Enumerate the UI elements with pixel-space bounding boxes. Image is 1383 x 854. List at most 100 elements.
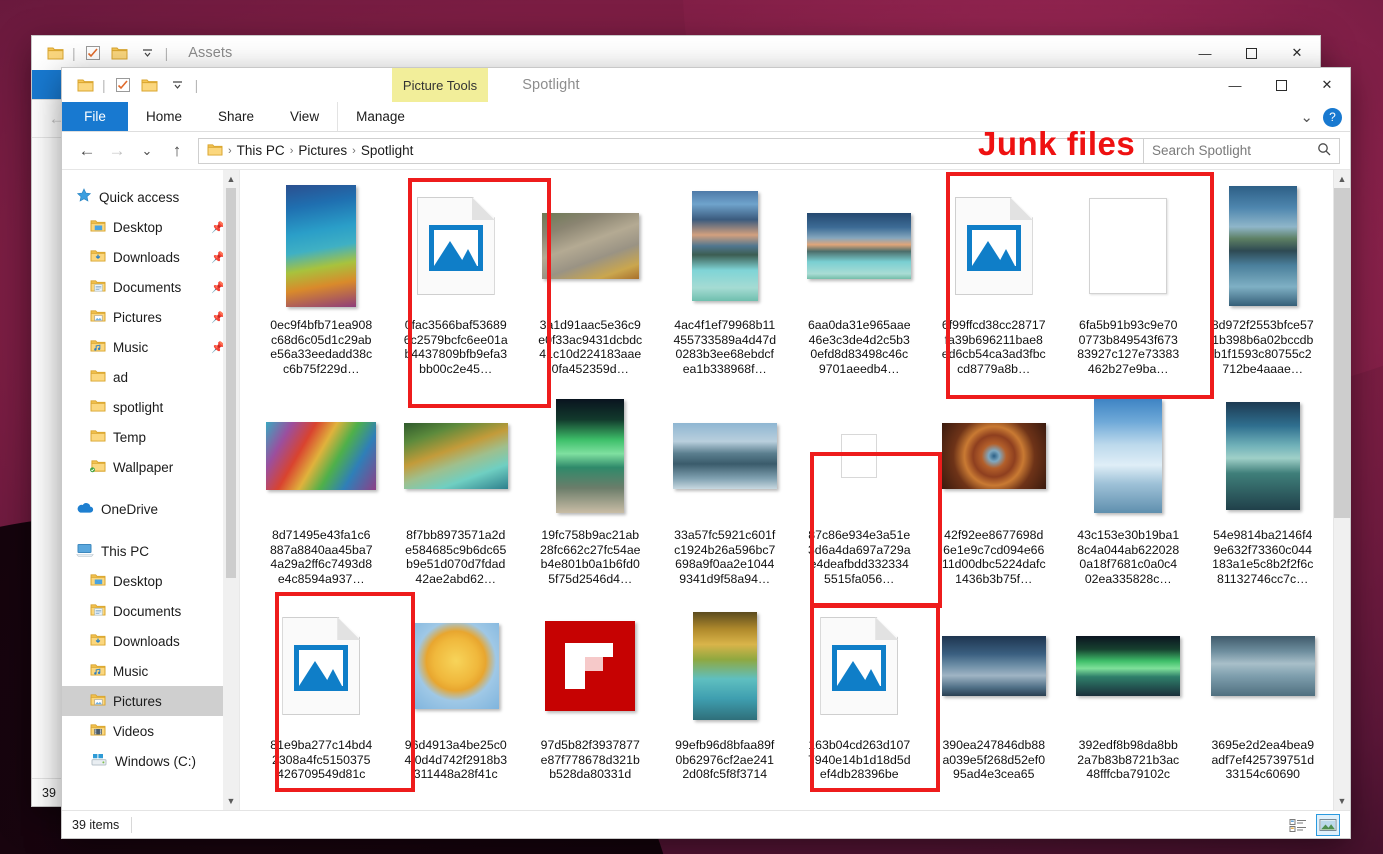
scroll-down-icon[interactable]: ▼ <box>1334 792 1350 810</box>
content-scrollbar[interactable]: ▲ ▼ <box>1333 170 1350 810</box>
tab-view[interactable]: View <box>272 102 337 131</box>
sidebar-item-thispc-windows-c[interactable]: Windows (C:) <box>62 746 239 776</box>
file-item[interactable]: 163b04cd263d1077940e14b1d18d5def4db28396… <box>792 596 927 806</box>
sidebar-item-documents[interactable]: Documents 📌 <box>62 272 239 302</box>
new-folder-icon[interactable] <box>109 42 131 64</box>
back-minimize-button[interactable]: — <box>1182 36 1228 70</box>
nav-pane-scrollbar[interactable]: ▲ ▼ <box>223 170 239 810</box>
sidebar-item-temp[interactable]: Temp <box>62 422 239 452</box>
sidebar-item-spotlight[interactable]: spotlight <box>62 392 239 422</box>
file-item[interactable]: 3a1d91aac5e36c9e0f33ac9431dcbdc41c10d224… <box>523 176 658 386</box>
file-item[interactable]: 6fa5b91b93c9e700773b849543f67383927c127e… <box>1061 176 1196 386</box>
new-folder-icon[interactable] <box>139 74 161 96</box>
sidebar-item-thispc-pictures[interactable]: Pictures <box>62 686 239 716</box>
file-item[interactable]: 4ac4f1ef79968b11455733589a4d47d0283b3ee6… <box>658 176 793 386</box>
file-item[interactable]: 8f7bb8973571a2de584685c9b6dc65b9e51d070d… <box>389 386 524 596</box>
file-item[interactable]: 3695e2d2ea4bea9adf7ef425739751d33154c606… <box>1196 596 1331 806</box>
sidebar-item-thispc-desktop[interactable]: Desktop <box>62 566 239 596</box>
large-icons-view-button[interactable] <box>1316 814 1340 836</box>
minimize-button[interactable]: — <box>1212 68 1258 102</box>
sidebar-item-downloads[interactable]: Downloads 📌 <box>62 242 239 272</box>
tab-manage[interactable]: Manage <box>337 102 423 131</box>
thumbnail <box>927 600 1062 732</box>
file-item[interactable]: 19fc758b9ac21ab28fc662c27fc54aeb4e801b0a… <box>523 386 658 596</box>
file-item[interactable]: 8d71495e43fa1c6887a8840aa45ba74a29a2ff6c… <box>254 386 389 596</box>
content-scroll-thumb[interactable] <box>1334 188 1350 518</box>
file-item[interactable]: 54e9814ba2146f49e632f73360c044183a1e5c8b… <box>1196 386 1331 596</box>
chevron-down-icon[interactable] <box>137 42 159 64</box>
nav-scroll-up-icon[interactable]: ▲ <box>227 170 236 188</box>
sidebar-item-thispc-music[interactable]: Music <box>62 656 239 686</box>
file-item[interactable]: 42f92ee8677698d6e1e9c7cd094e6611d00dbc52… <box>927 386 1062 596</box>
folder-desktop-icon <box>90 573 106 589</box>
sidebar-item-wallpaper[interactable]: Wallpaper <box>62 452 239 482</box>
back-maximize-button[interactable] <box>1228 36 1274 70</box>
file-item[interactable]: 0ec9f4bfb71ea908c68d6c05d1c29abe56a33eed… <box>254 176 389 386</box>
sidebar-item-thispc-documents[interactable]: Documents <box>62 596 239 626</box>
folder-icon[interactable] <box>74 74 96 96</box>
maximize-button[interactable] <box>1258 68 1304 102</box>
sidebar-item-ad[interactable]: ad <box>62 362 239 392</box>
close-button[interactable]: ✕ <box>1304 68 1350 102</box>
properties-icon[interactable] <box>112 74 134 96</box>
status-item-count: 39 items <box>72 818 119 832</box>
file-name: 6aa0da31e965aae46e3c3de4d2c5b30efd8d8349… <box>807 318 911 376</box>
file-name: 8d71495e43fa1c6887a8840aa45ba74a29a2ff6c… <box>269 528 373 586</box>
file-item[interactable]: 99efb96d8bfaa89f0b62976cf2ae2412d08fc5f8… <box>658 596 793 806</box>
search-input[interactable]: Search Spotlight <box>1144 138 1340 164</box>
file-item[interactable]: 81e9ba277c14bd42308a4fc5150375426709549d… <box>254 596 389 806</box>
nav-scroll-thumb[interactable] <box>226 188 236 578</box>
back-window-title: Assets <box>188 45 232 61</box>
recent-locations-button[interactable]: ⌄ <box>132 136 162 166</box>
file-item[interactable]: 8d972f2553bfce571b398b6a02bccdbb1f1593c8… <box>1196 176 1331 386</box>
nav-scroll-down-icon[interactable]: ▼ <box>227 792 236 810</box>
file-name: 96d4913a4be25c04f0d4d742f2918b3311448a28… <box>404 738 508 782</box>
search-icon[interactable] <box>1317 142 1331 159</box>
file-item[interactable]: 96d4913a4be25c04f0d4d742f2918b3311448a28… <box>389 596 524 806</box>
sidebar-group-quick-access[interactable]: Quick access <box>62 182 239 212</box>
chevron-down-icon[interactable]: ⌄ <box>1300 108 1313 126</box>
search-placeholder: Search Spotlight <box>1152 143 1251 158</box>
properties-icon[interactable] <box>82 42 104 64</box>
sidebar-item-label: Documents <box>113 604 181 619</box>
file-item[interactable]: 0fac3566baf536896c2579bcfc6ee01ab4437809… <box>389 176 524 386</box>
help-icon[interactable]: ? <box>1323 108 1342 127</box>
breadcrumb-pictures[interactable]: Pictures <box>298 143 347 158</box>
sidebar-item-thispc-downloads[interactable]: Downloads <box>62 626 239 656</box>
folder-icon[interactable] <box>44 42 66 64</box>
file-item[interactable]: 33a57fc5921c601fc1924b26a596bc7698a9f0aa… <box>658 386 793 596</box>
generic-image-icon <box>282 617 360 715</box>
tab-file[interactable]: File <box>62 102 128 131</box>
details-view-button[interactable] <box>1286 814 1310 836</box>
breadcrumb-spotlight[interactable]: Spotlight <box>361 143 414 158</box>
navigation-pane[interactable]: Quick access Desktop 📌 Downloads 📌 Docum… <box>62 170 240 810</box>
sidebar-item-desktop[interactable]: Desktop 📌 <box>62 212 239 242</box>
file-name: 81e9ba277c14bd42308a4fc5150375426709549d… <box>269 738 373 782</box>
breadcrumb-separator-0: › <box>228 145 232 157</box>
file-item[interactable]: 87c86e934e3a51e3d6a4da697a729ae4deafbdd3… <box>792 386 927 596</box>
file-item[interactable]: 392edf8b98da8bb2a7b83b8721b3ac48fffcba79… <box>1061 596 1196 806</box>
file-item[interactable]: 97d5b82f3937877e87f778678d321bb528da8033… <box>523 596 658 806</box>
back-close-button[interactable]: ✕ <box>1274 36 1320 70</box>
back-button[interactable]: ← <box>72 136 102 166</box>
file-item[interactable]: 6f99ffcd38cc28717fa39b696211bae8ed6cb54c… <box>927 176 1062 386</box>
tab-share[interactable]: Share <box>200 102 272 131</box>
scroll-up-icon[interactable]: ▲ <box>1334 170 1350 188</box>
sidebar-item-label: Music <box>113 340 148 355</box>
breadcrumb-this-pc[interactable]: This PC <box>237 143 285 158</box>
sidebar-item-music[interactable]: Music 📌 <box>62 332 239 362</box>
status-bar: 39 items <box>62 810 1350 838</box>
explorer-window[interactable]: | | Picture Tools Spotlight — ✕ File Hom… <box>62 68 1350 838</box>
file-item[interactable]: 43c153e30b19ba18c4a044ab6220280a18f7681c… <box>1061 386 1196 596</box>
sidebar-item-thispc-videos[interactable]: Videos <box>62 716 239 746</box>
sidebar-item-pictures[interactable]: Pictures 📌 <box>62 302 239 332</box>
forward-button[interactable]: → <box>102 136 132 166</box>
up-button[interactable]: ↑ <box>162 136 192 166</box>
chevron-down-icon[interactable] <box>167 74 189 96</box>
file-item[interactable]: 6aa0da31e965aae46e3c3de4d2c5b30efd8d8349… <box>792 176 927 386</box>
sidebar-item-onedrive[interactable]: OneDrive <box>62 494 239 524</box>
file-item[interactable]: 390ea247846db88a039e5f268d52ef095ad4e3ce… <box>927 596 1062 806</box>
file-list-pane[interactable]: 0ec9f4bfb71ea908c68d6c05d1c29abe56a33eed… <box>240 170 1350 810</box>
sidebar-item-this-pc[interactable]: This PC <box>62 536 239 566</box>
tab-home[interactable]: Home <box>128 102 200 131</box>
